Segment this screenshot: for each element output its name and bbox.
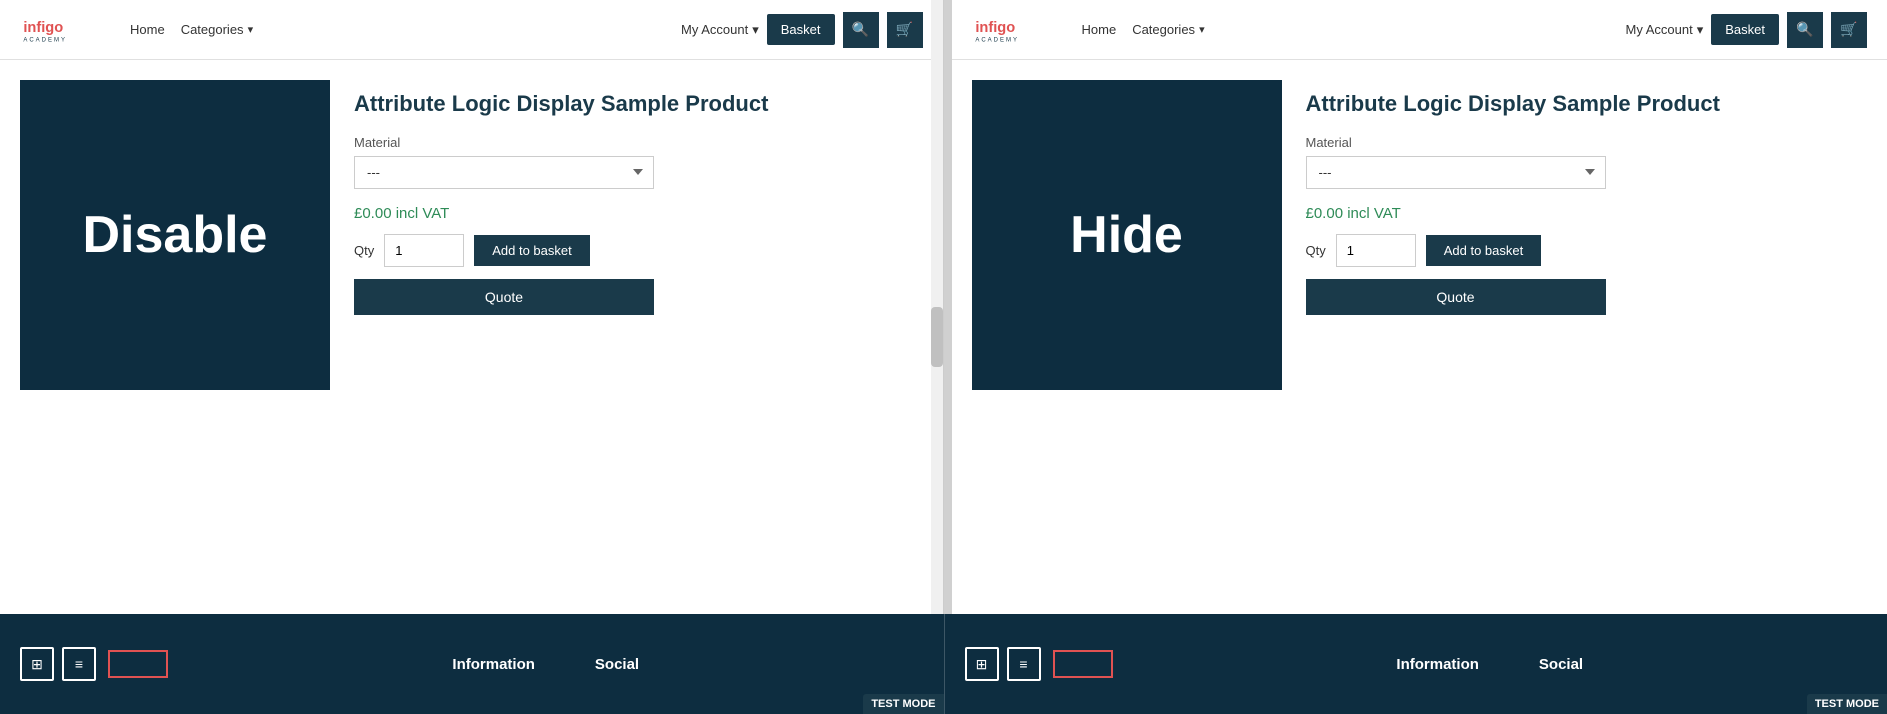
grid-icon: ⊞ — [31, 656, 43, 673]
chevron-down-icon: ▾ — [1697, 22, 1704, 38]
left-categories-link[interactable]: Categories — [181, 22, 253, 37]
right-footer-grid-button[interactable]: ⊞ — [965, 647, 999, 681]
left-nav-links: Home Categories — [130, 22, 661, 37]
right-material-label: Material — [1306, 135, 1868, 150]
cart-icon: 🛒 — [1840, 21, 1857, 38]
left-cart-button[interactable]: 🛒 — [887, 12, 923, 48]
left-footer-icon-box — [108, 650, 168, 678]
right-product-details: Attribute Logic Display Sample Product M… — [1306, 80, 1868, 594]
left-my-account-button[interactable]: My Account ▾ — [681, 22, 759, 38]
left-qty-input[interactable] — [384, 234, 464, 267]
left-product-image-text: Disable — [83, 205, 268, 265]
cart-icon: 🛒 — [896, 21, 913, 38]
svg-text:infigo: infigo — [23, 20, 63, 36]
chevron-down-icon: ▾ — [752, 22, 759, 38]
right-my-account-button[interactable]: My Account ▾ — [1626, 22, 1704, 38]
left-search-button[interactable]: 🔍 — [843, 12, 879, 48]
list-icon: ≡ — [1019, 656, 1027, 672]
left-scrollbar-thumb — [931, 307, 943, 367]
right-footer-icon-box — [1053, 650, 1113, 678]
right-test-mode-badge: TEST MODE — [1807, 694, 1887, 714]
right-footer-social: Social — [1539, 656, 1583, 673]
right-product-image: Hide — [972, 80, 1282, 390]
right-quote-button[interactable]: Quote — [1306, 279, 1606, 315]
right-material-select[interactable]: --- — [1306, 156, 1606, 189]
left-navbar: infigo ACADEMY Home Categories My Accoun… — [0, 0, 943, 60]
right-product-title: Attribute Logic Display Sample Product — [1306, 90, 1868, 119]
right-logo[interactable]: infigo ACADEMY — [972, 8, 1052, 52]
grid-icon: ⊞ — [976, 656, 988, 673]
left-footer-information: Information — [452, 656, 535, 673]
left-nav-right: My Account ▾ Basket 🔍 🛒 — [681, 12, 922, 48]
left-home-link[interactable]: Home — [130, 22, 165, 37]
left-add-basket-button[interactable]: Add to basket — [474, 235, 590, 266]
left-price: £0.00 incl VAT — [354, 205, 923, 222]
left-footer-grid-button[interactable]: ⊞ — [20, 647, 54, 681]
left-footer-social: Social — [595, 656, 639, 673]
right-search-button[interactable]: 🔍 — [1787, 12, 1823, 48]
left-product-details: Attribute Logic Display Sample Product M… — [354, 80, 923, 594]
left-product-image: Disable — [20, 80, 330, 390]
svg-text:ACADEMY: ACADEMY — [23, 37, 67, 43]
left-basket-button[interactable]: Basket — [767, 14, 835, 45]
footer: ⊞ ≡ Information Social TEST MODE ⊞ ≡ Inf… — [0, 614, 1887, 714]
right-price: £0.00 incl VAT — [1306, 205, 1868, 222]
left-material-select[interactable]: --- — [354, 156, 654, 189]
left-scrollbar[interactable] — [931, 0, 943, 614]
right-qty-label: Qty — [1306, 243, 1326, 258]
left-test-mode-badge: TEST MODE — [863, 694, 943, 714]
search-icon: 🔍 — [852, 21, 869, 38]
left-panel: infigo ACADEMY Home Categories My Accoun… — [0, 0, 944, 614]
right-cart-button[interactable]: 🛒 — [1831, 12, 1867, 48]
right-nav-links: Home Categories — [1082, 22, 1606, 37]
right-product-area: Hide Attribute Logic Display Sample Prod… — [952, 60, 1887, 614]
list-icon: ≡ — [75, 656, 83, 672]
right-add-basket-button[interactable]: Add to basket — [1426, 235, 1542, 266]
right-product-image-text: Hide — [1070, 205, 1183, 265]
left-product-area: Disable Attribute Logic Display Sample P… — [0, 60, 943, 614]
right-footer-sections: Information Social — [1113, 656, 1868, 673]
left-product-title: Attribute Logic Display Sample Product — [354, 90, 923, 119]
right-home-link[interactable]: Home — [1082, 22, 1117, 37]
left-qty-row: Qty Add to basket — [354, 234, 923, 267]
right-qty-input[interactable] — [1336, 234, 1416, 267]
right-footer-icons: ⊞ ≡ — [965, 647, 1113, 681]
panel-divider — [944, 0, 952, 614]
left-material-label: Material — [354, 135, 923, 150]
right-qty-row: Qty Add to basket — [1306, 234, 1868, 267]
left-logo[interactable]: infigo ACADEMY — [20, 8, 100, 52]
right-basket-button[interactable]: Basket — [1711, 14, 1779, 45]
left-footer: ⊞ ≡ Information Social TEST MODE — [0, 614, 944, 714]
left-footer-list-button[interactable]: ≡ — [62, 647, 96, 681]
left-footer-icons: ⊞ ≡ — [20, 647, 168, 681]
left-qty-label: Qty — [354, 243, 374, 258]
right-nav-right: My Account ▾ Basket 🔍 🛒 — [1626, 12, 1867, 48]
left-footer-sections: Information Social — [168, 656, 924, 673]
left-quote-button[interactable]: Quote — [354, 279, 654, 315]
search-icon: 🔍 — [1796, 21, 1813, 38]
right-panel: infigo ACADEMY Home Categories My Accoun… — [952, 0, 1887, 614]
svg-text:ACADEMY: ACADEMY — [975, 37, 1019, 43]
right-footer-list-button[interactable]: ≡ — [1007, 647, 1041, 681]
svg-text:infigo: infigo — [975, 20, 1015, 36]
right-navbar: infigo ACADEMY Home Categories My Accoun… — [952, 0, 1887, 60]
right-footer: ⊞ ≡ Information Social TEST MODE — [944, 614, 1887, 714]
right-categories-link[interactable]: Categories — [1132, 22, 1204, 37]
right-footer-information: Information — [1396, 656, 1479, 673]
